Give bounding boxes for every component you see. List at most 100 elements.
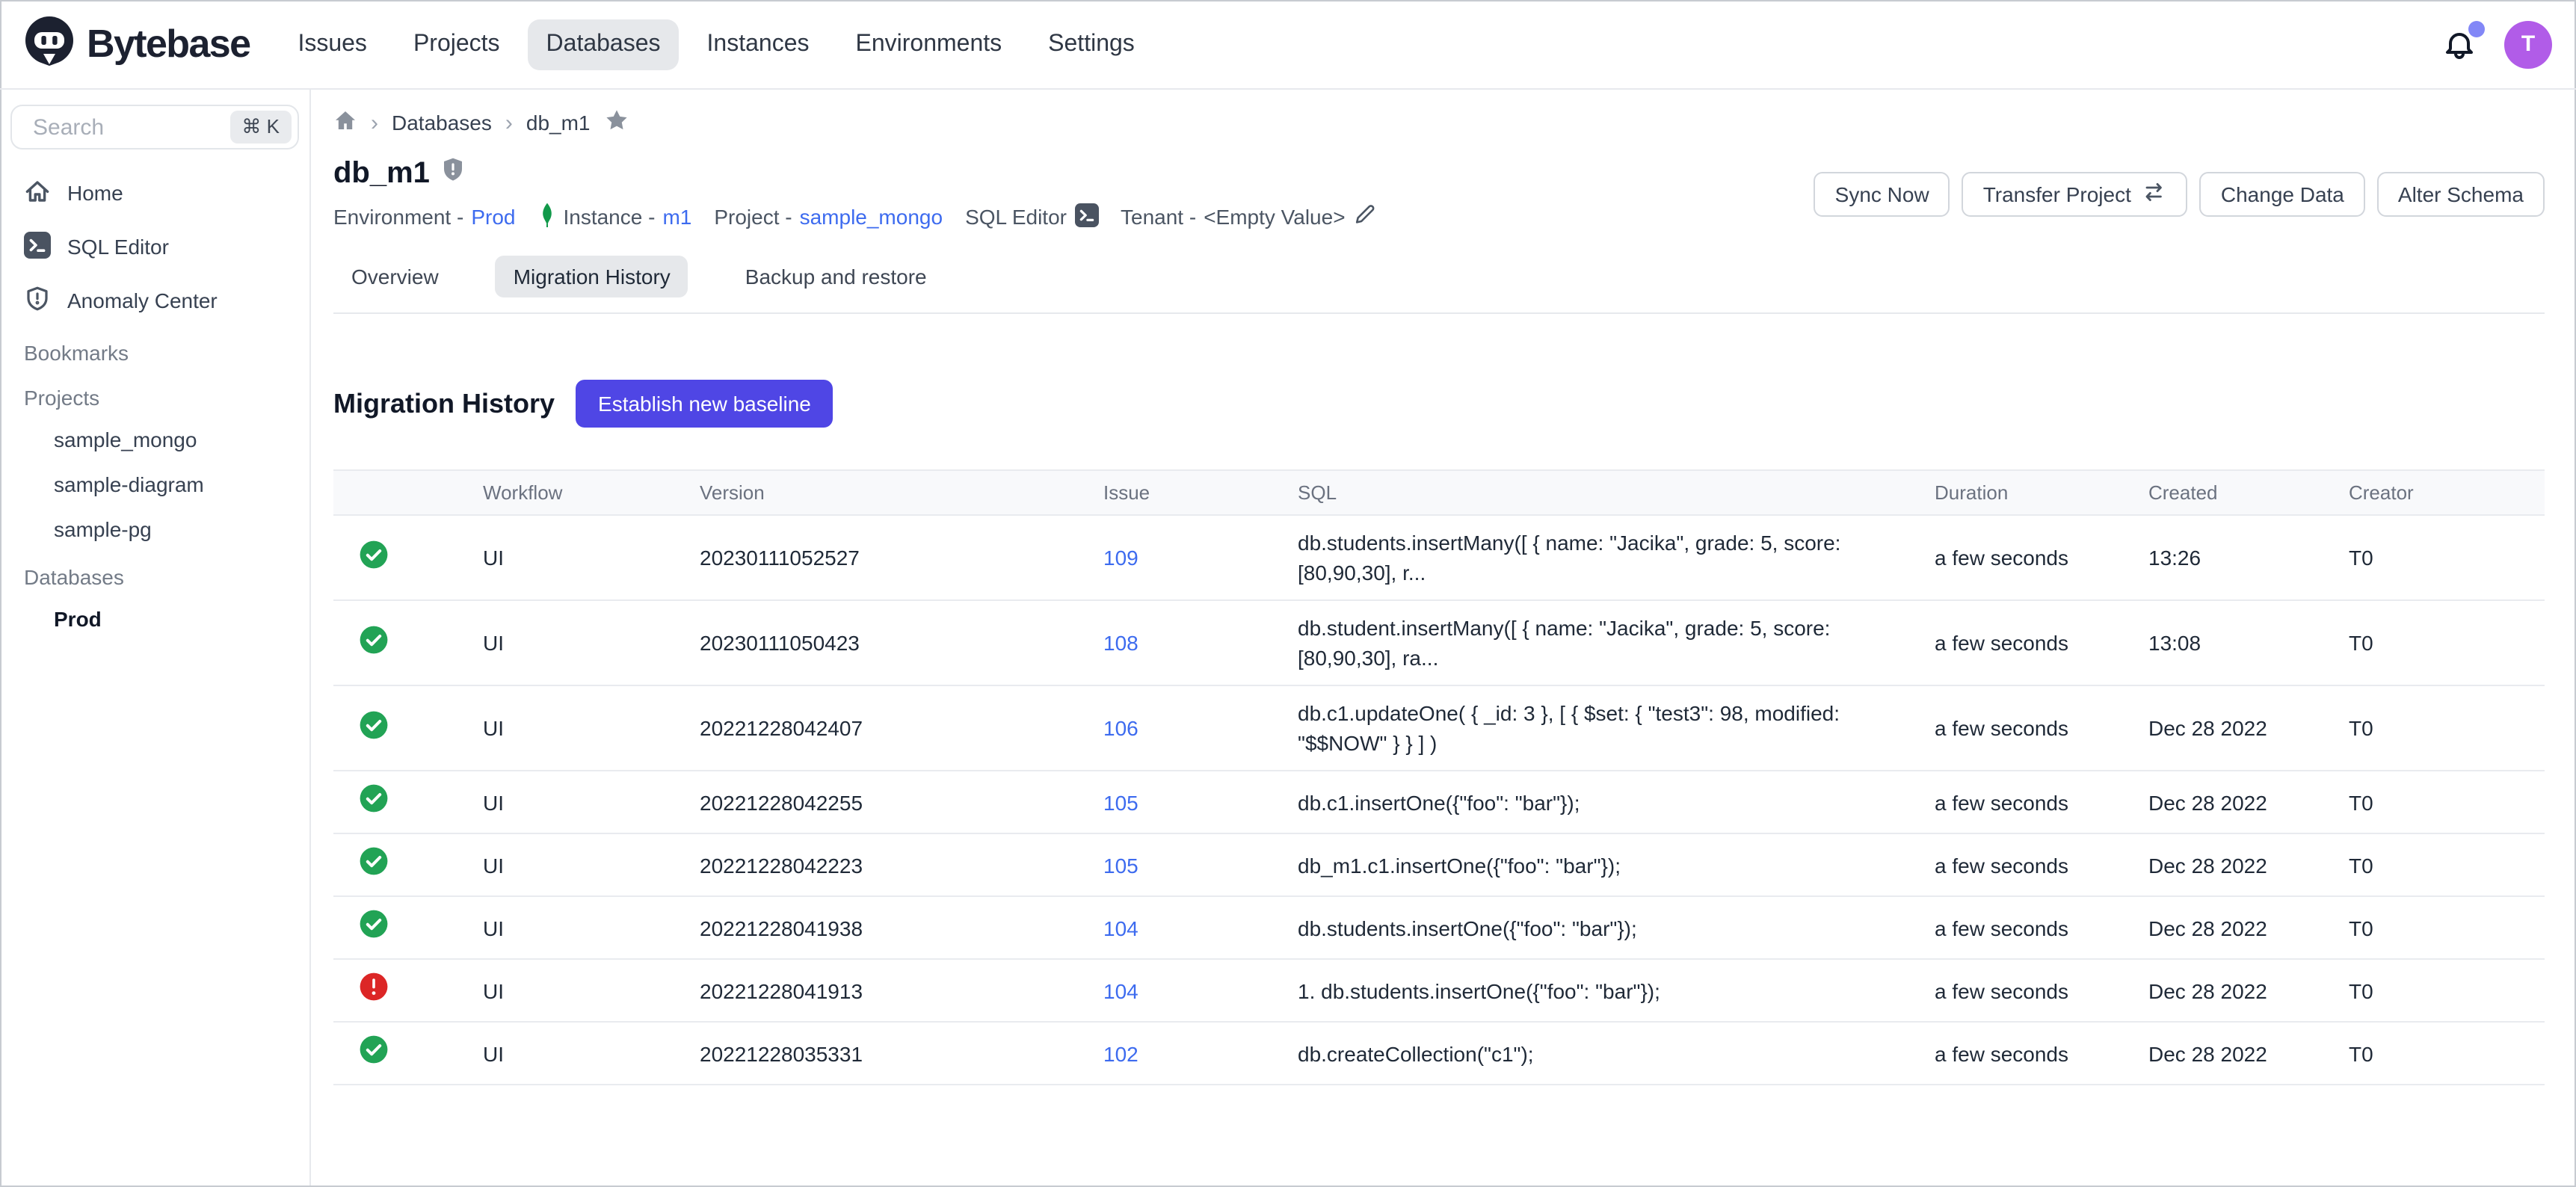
- top-navigation: Bytebase Issues Projects Databases Insta…: [0, 0, 2576, 90]
- project-meta: Project - sample_mongo: [714, 205, 943, 229]
- tenant-label: Tenant -: [1121, 205, 1196, 229]
- sidebar-item-home[interactable]: Home: [10, 166, 299, 220]
- table-row[interactable]: UI 20221228042407 106 db.c1.updateOne( {…: [333, 685, 2545, 771]
- section-title: Migration History: [333, 388, 555, 419]
- notification-dot: [2468, 20, 2485, 37]
- version-cell: 20230111052527: [700, 515, 1103, 600]
- duration-cell: a few seconds: [1935, 1022, 2148, 1085]
- breadcrumb-db-m1[interactable]: db_m1: [526, 111, 591, 135]
- pencil-icon[interactable]: [1353, 203, 1375, 230]
- alter-schema-button[interactable]: Alter Schema: [2377, 171, 2545, 216]
- created-cell: Dec 28 2022: [2148, 771, 2349, 833]
- issue-link[interactable]: 106: [1103, 716, 1138, 740]
- version-cell: 20221228041913: [700, 959, 1103, 1022]
- duration-cell: a few seconds: [1935, 959, 2148, 1022]
- issue-cell: 105: [1103, 833, 1298, 896]
- nav-instances[interactable]: Instances: [689, 19, 828, 70]
- success-check-icon: [359, 1035, 389, 1064]
- duration-cell: a few seconds: [1935, 600, 2148, 685]
- establish-baseline-button[interactable]: Establish new baseline: [576, 380, 833, 428]
- instance-link[interactable]: m1: [662, 205, 691, 229]
- table-row[interactable]: UI 20230111050423 108 db.student.insertM…: [333, 600, 2545, 685]
- sidebar-project-sample-diagram[interactable]: sample-diagram: [10, 462, 299, 507]
- breadcrumb-home-icon[interactable]: [333, 108, 357, 137]
- search-input[interactable]: [30, 113, 185, 141]
- sql-cell: db.students.insertOne({"foo": "bar"});: [1298, 896, 1935, 959]
- sidebar-project-sample-mongo[interactable]: sample_mongo: [10, 417, 299, 462]
- creator-cell: T0: [2349, 959, 2545, 1022]
- notification-bell-icon[interactable]: [2441, 26, 2477, 62]
- shield-icon: [442, 157, 466, 190]
- instance-label: Instance -: [563, 205, 655, 229]
- terminal-icon[interactable]: [1074, 203, 1098, 231]
- change-data-button[interactable]: Change Data: [2200, 171, 2365, 216]
- bytebase-mascot-icon: [24, 15, 75, 73]
- sql-cell: db.c1.updateOne( { _id: 3 }, [ { $set: {…: [1298, 685, 1935, 771]
- bytebase-logo[interactable]: Bytebase: [24, 15, 250, 73]
- issue-link[interactable]: 104: [1103, 978, 1138, 1002]
- nav-projects[interactable]: Projects: [395, 19, 518, 70]
- tab-backup-and-restore[interactable]: Backup and restore: [727, 256, 945, 297]
- table-row[interactable]: UI 20230111052527 109 db.students.insert…: [333, 515, 2545, 600]
- duration-cell: a few seconds: [1935, 896, 2148, 959]
- breadcrumb-separator: ›: [505, 110, 513, 135]
- sidebar-item-anomaly-center[interactable]: Anomaly Center: [10, 274, 299, 327]
- sidebar-item-label: Anomaly Center: [67, 289, 218, 312]
- creator-cell: T0: [2349, 896, 2545, 959]
- nav-settings[interactable]: Settings: [1030, 19, 1153, 70]
- issue-link[interactable]: 102: [1103, 1041, 1138, 1065]
- issue-link[interactable]: 104: [1103, 916, 1138, 940]
- issue-cell: 104: [1103, 896, 1298, 959]
- table-row[interactable]: UI 20221228042223 105 db_m1.c1.insertOne…: [333, 833, 2545, 896]
- nav-issues[interactable]: Issues: [280, 19, 385, 70]
- table-row[interactable]: UI 20221228042255 105 db.c1.insertOne({"…: [333, 771, 2545, 833]
- sync-now-button[interactable]: Sync Now: [1814, 171, 1950, 216]
- project-label: Project -: [714, 205, 792, 229]
- sql-cell: db.student.insertMany([ { name: "Jacika"…: [1298, 600, 1935, 685]
- environment-link[interactable]: Prod: [471, 205, 515, 229]
- issue-link[interactable]: 105: [1103, 790, 1138, 814]
- workflow-cell: UI: [483, 959, 700, 1022]
- success-check-icon: [359, 709, 389, 739]
- status-cell: [333, 600, 483, 685]
- version-cell: 20221228041938: [700, 896, 1103, 959]
- sidebar-item-sql-editor[interactable]: SQL Editor: [10, 220, 299, 274]
- nav-environments[interactable]: Environments: [838, 19, 1020, 70]
- issue-link[interactable]: 109: [1103, 546, 1138, 570]
- table-row[interactable]: UI 20221228041913 104 1. db.students.ins…: [333, 959, 2545, 1022]
- created-cell: Dec 28 2022: [2148, 685, 2349, 771]
- sidebar-section-projects: Projects: [10, 372, 299, 417]
- success-check-icon: [359, 539, 389, 569]
- sidebar-database-prod[interactable]: Prod: [10, 596, 299, 641]
- sidebar-project-sample-pg[interactable]: sample-pg: [10, 507, 299, 552]
- success-check-icon: [359, 909, 389, 939]
- topnav-right: T: [2441, 20, 2552, 68]
- sql-editor-label: SQL Editor: [965, 205, 1067, 229]
- search-box[interactable]: ⌘ K: [10, 105, 299, 149]
- issue-link[interactable]: 105: [1103, 853, 1138, 877]
- avatar[interactable]: T: [2504, 20, 2552, 68]
- project-link[interactable]: sample_mongo: [800, 205, 943, 229]
- workflow-cell: UI: [483, 833, 700, 896]
- status-cell: [333, 685, 483, 771]
- sidebar: ⌘ K Home SQL Editor Anomaly Center Bookm…: [0, 90, 311, 1186]
- sql-cell: db.students.insertMany([ { name: "Jacika…: [1298, 515, 1935, 600]
- workflow-cell: UI: [483, 896, 700, 959]
- sql-cell: db.createCollection("c1");: [1298, 1022, 1935, 1085]
- db-meta-row: Environment - Prod Instance - m1 Project…: [333, 202, 1375, 232]
- table-header-row: Workflow Version Issue SQL Duration Crea…: [333, 470, 2545, 515]
- tab-migration-history[interactable]: Migration History: [496, 256, 688, 297]
- table-row[interactable]: UI 20221228035331 102 db.createCollectio…: [333, 1022, 2545, 1085]
- sql-editor-meta[interactable]: SQL Editor: [965, 203, 1098, 231]
- bookmark-star-icon[interactable]: [604, 108, 629, 138]
- nav-databases[interactable]: Databases: [529, 19, 679, 70]
- col-created: Created: [2148, 470, 2349, 515]
- success-check-icon: [359, 846, 389, 876]
- transfer-project-button[interactable]: Transfer Project: [1962, 171, 2188, 216]
- status-cell: [333, 771, 483, 833]
- status-cell: [333, 515, 483, 600]
- table-row[interactable]: UI 20221228041938 104 db.students.insert…: [333, 896, 2545, 959]
- tab-overview[interactable]: Overview: [333, 256, 457, 297]
- issue-link[interactable]: 108: [1103, 631, 1138, 655]
- breadcrumb-databases[interactable]: Databases: [392, 111, 492, 135]
